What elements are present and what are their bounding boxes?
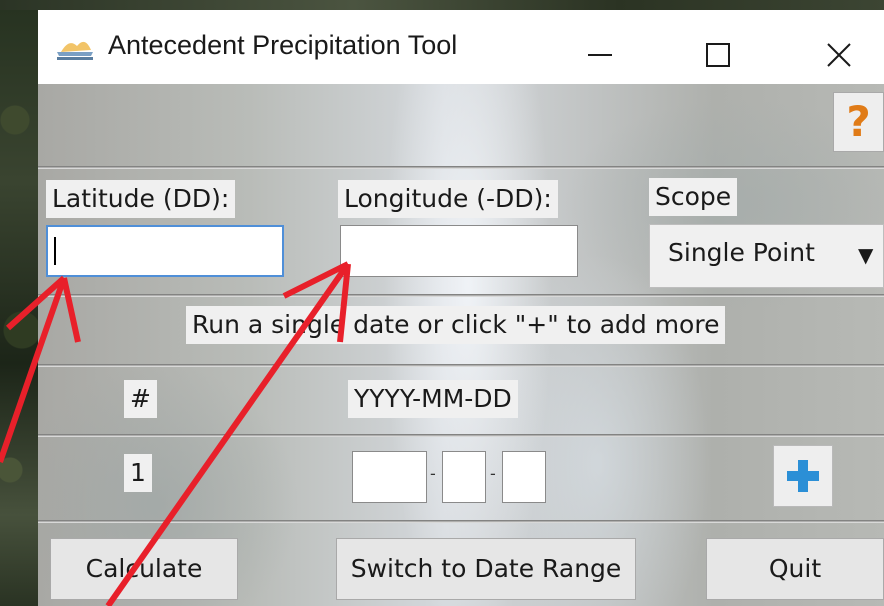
column-header-date: YYYY-MM-DD [348, 380, 518, 418]
text-cursor [54, 237, 56, 265]
scope-selected-value: Single Point [668, 238, 815, 267]
close-button[interactable] [808, 18, 868, 78]
separator [38, 520, 884, 523]
calculate-button[interactable]: Calculate [50, 538, 238, 600]
close-icon [827, 43, 851, 67]
separator [38, 434, 884, 437]
desktop-background-top [0, 0, 884, 10]
separator [38, 294, 884, 297]
longitude-label: Longitude (-DD): [338, 180, 558, 218]
date-month-input[interactable] [442, 451, 486, 503]
maximize-button[interactable] [688, 18, 748, 78]
minimize-icon [588, 54, 612, 56]
quit-button[interactable]: Quit [706, 538, 884, 600]
date-separator: - [490, 464, 496, 483]
app-logo-icon [57, 41, 93, 60]
desktop-background [0, 0, 38, 606]
date-day-input[interactable] [502, 451, 546, 503]
separator [38, 166, 884, 169]
latitude-input[interactable] [46, 225, 284, 277]
title-bar: Antecedent Precipitation Tool [38, 10, 884, 84]
date-separator: - [430, 464, 436, 483]
app-window: Antecedent Precipitation Tool ? Latitude… [38, 10, 884, 606]
chevron-down-icon: ▼ [858, 243, 874, 267]
column-header-number: # [124, 380, 157, 418]
separator [38, 364, 884, 367]
window-title: Antecedent Precipitation Tool [108, 30, 458, 60]
latitude-label: Latitude (DD): [46, 180, 236, 218]
scope-dropdown[interactable]: Single Point ▼ [649, 224, 884, 288]
help-button[interactable]: ? [833, 92, 884, 152]
plus-icon [787, 460, 819, 492]
switch-to-date-range-button[interactable]: Switch to Date Range [336, 538, 636, 600]
add-date-button[interactable] [773, 445, 833, 507]
instruction-text: Run a single date or click "+" to add mo… [186, 306, 726, 344]
maximize-icon [706, 43, 730, 67]
date-year-input[interactable] [352, 451, 427, 503]
scope-label: Scope [649, 178, 738, 216]
minimize-button[interactable] [570, 18, 630, 78]
longitude-input[interactable] [340, 225, 578, 277]
main-panel: ? Latitude (DD): Longitude (-DD): Scope … [38, 84, 884, 606]
row-number: 1 [124, 454, 152, 492]
